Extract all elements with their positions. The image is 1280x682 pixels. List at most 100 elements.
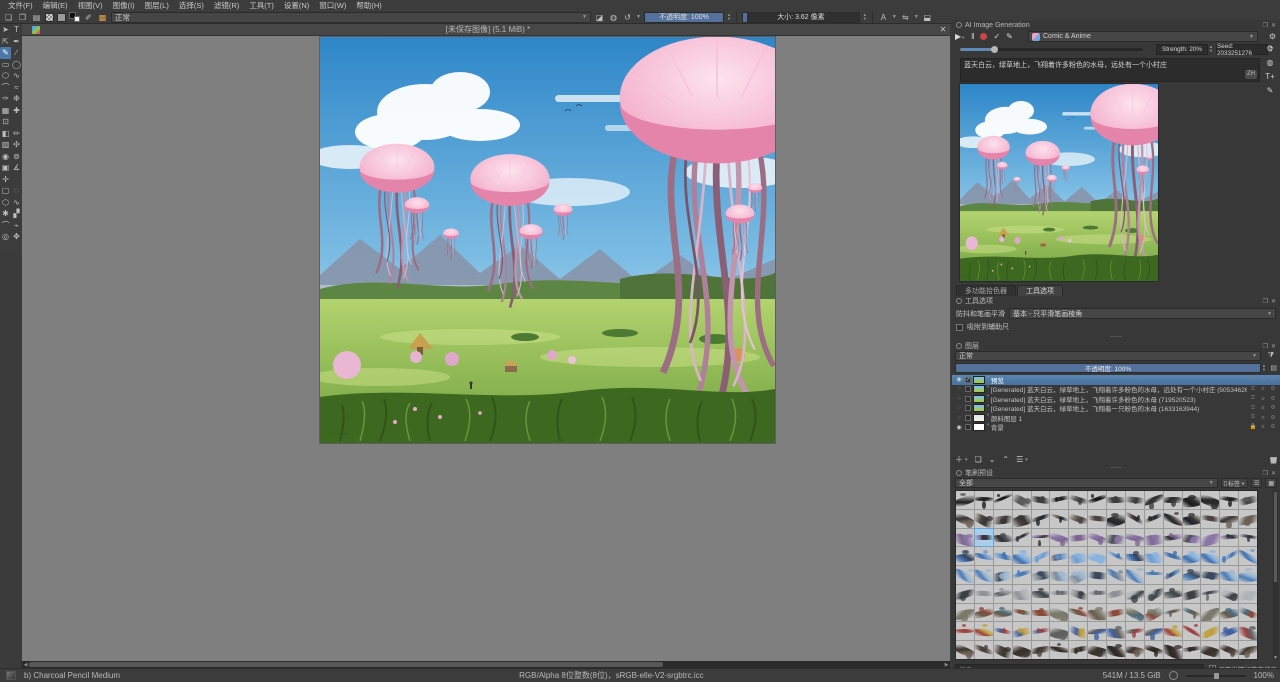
move-layer-up-button[interactable]: ⌃ bbox=[1002, 455, 1009, 464]
brush-preset-thumbnail[interactable] bbox=[1050, 529, 1068, 547]
brush-preset-thumbnail[interactable] bbox=[1201, 641, 1219, 659]
brush-preset-thumbnail[interactable] bbox=[1032, 491, 1050, 509]
tool-rect-select-icon[interactable]: ▢ bbox=[0, 185, 11, 197]
layer-alpha-lock-icon[interactable]: α bbox=[1259, 405, 1267, 411]
brush-preset-thumbnail[interactable] bbox=[1050, 604, 1068, 622]
brush-preset-thumbnail[interactable] bbox=[1239, 622, 1257, 640]
brush-preset-thumbnail[interactable] bbox=[1126, 510, 1144, 528]
tool-bezier-curve-icon[interactable]: ⌒ bbox=[0, 82, 11, 94]
tool-colorize-mask-icon[interactable]: ▣ bbox=[0, 162, 11, 174]
brush-preset-thumbnail[interactable] bbox=[1239, 547, 1257, 565]
brush-preset-thumbnail[interactable] bbox=[994, 604, 1012, 622]
tool-text-icon[interactable]: T bbox=[11, 24, 22, 36]
brush-preset-thumbnail[interactable] bbox=[1050, 566, 1068, 584]
brush-preset-thumbnail[interactable] bbox=[956, 622, 974, 640]
tool-smart-patch-icon[interactable]: ✣ bbox=[11, 139, 22, 151]
brush-preset-thumbnail[interactable] bbox=[1183, 585, 1201, 603]
brush-preset-thumbnail[interactable] bbox=[1107, 585, 1125, 603]
brush-preset-thumbnail[interactable] bbox=[1183, 529, 1201, 547]
brush-preset-thumbnail[interactable] bbox=[1107, 510, 1125, 528]
tab-advanced-color-selector[interactable]: 多功能拾色器 bbox=[956, 285, 1016, 296]
scroll-left-icon[interactable]: ◀ bbox=[22, 661, 29, 668]
scrollbar-thumb[interactable] bbox=[29, 662, 663, 667]
brush-preset-thumbnail[interactable] bbox=[1013, 585, 1031, 603]
brush-preset-thumbnail[interactable] bbox=[1201, 510, 1219, 528]
brush-preset-thumbnail[interactable] bbox=[1164, 547, 1182, 565]
brush-preset-thumbnail[interactable] bbox=[1201, 566, 1219, 584]
brush-preset-thumbnail[interactable] bbox=[1220, 604, 1238, 622]
brush-preset-thumbnail[interactable] bbox=[975, 510, 993, 528]
chevron-down-icon[interactable]: ▼ bbox=[892, 14, 897, 20]
opacity-spinbox[interactable]: 不透明度: 100% bbox=[644, 12, 724, 23]
brush-preset-thumbnail[interactable] bbox=[1183, 622, 1201, 640]
brush-preset-thumbnail[interactable] bbox=[1032, 510, 1050, 528]
brush-preset-thumbnail[interactable] bbox=[1164, 510, 1182, 528]
close-docker-icon[interactable]: ✕ bbox=[1271, 343, 1276, 350]
brush-preset-thumbnail[interactable] bbox=[1164, 529, 1182, 547]
size-spin-arrows[interactable]: ▲▼ bbox=[863, 13, 867, 21]
tool-similar-color-select-icon[interactable]: ✱ bbox=[0, 208, 11, 220]
close-docker-icon[interactable]: ✕ bbox=[1271, 470, 1276, 477]
layer-style-icon[interactable]: ⚙ bbox=[1269, 415, 1277, 421]
float-docker-icon[interactable]: ❐ bbox=[1263, 343, 1268, 350]
brush-preset-thumbnail[interactable] bbox=[994, 585, 1012, 603]
gradient-chooser[interactable] bbox=[45, 13, 54, 22]
tool-pan-icon[interactable]: ✥ bbox=[11, 231, 22, 243]
brush-preset-thumbnail[interactable] bbox=[1183, 547, 1201, 565]
brush-preset-thumbnail[interactable] bbox=[1220, 547, 1238, 565]
layer-checkbox[interactable] bbox=[965, 415, 971, 421]
brush-preset-thumbnail[interactable] bbox=[1201, 604, 1219, 622]
brush-preset-thumbnail[interactable] bbox=[1126, 529, 1144, 547]
brush-preset-thumbnail[interactable] bbox=[1069, 529, 1087, 547]
layer-style-icon[interactable]: ⚙ bbox=[1269, 396, 1277, 402]
layer-row[interactable]: ◉✓º预览⚿α⚙ bbox=[952, 375, 1280, 385]
generate-button[interactable]: ▶▼ bbox=[955, 32, 965, 41]
layer-properties-button[interactable]: ☰ bbox=[1016, 455, 1023, 464]
apply-brush-button[interactable]: ✎ bbox=[1006, 32, 1013, 41]
menu-工具[interactable]: 工具(T) bbox=[244, 0, 279, 11]
add-layer-button[interactable]: ＋ bbox=[955, 454, 963, 465]
layer-checkbox[interactable]: ✓ bbox=[965, 377, 971, 383]
layer-lock-icon[interactable]: ⚿ bbox=[1249, 376, 1257, 383]
wrap-around-mode-icon[interactable]: ⬓ bbox=[922, 12, 933, 22]
brush-preset-thumbnail[interactable] bbox=[1013, 604, 1031, 622]
brush-preset-thumbnail[interactable] bbox=[1107, 529, 1125, 547]
brush-preset-thumbnail[interactable] bbox=[1201, 547, 1219, 565]
brush-preset-thumbnail[interactable] bbox=[1145, 641, 1163, 659]
brush-preset-thumbnail[interactable] bbox=[1050, 547, 1068, 565]
mirror-vertical-icon[interactable]: ⇋ bbox=[900, 12, 911, 22]
brush-preset-thumbnail[interactable] bbox=[1126, 604, 1144, 622]
layer-alpha-lock-icon[interactable]: α bbox=[1259, 396, 1267, 402]
generated-preview-image[interactable] bbox=[960, 84, 1158, 281]
float-docker-icon[interactable]: ❐ bbox=[1263, 470, 1268, 477]
pause-button[interactable]: ‖ bbox=[971, 32, 974, 41]
brush-preset-thumbnail[interactable] bbox=[1013, 510, 1031, 528]
tool-fill-icon[interactable]: ◉ bbox=[0, 151, 11, 163]
brush-preset-thumbnail[interactable] bbox=[1164, 491, 1182, 509]
brush-preset-thumbnail[interactable] bbox=[956, 510, 974, 528]
brush-preset-chooser-icon[interactable]: ▩ bbox=[97, 12, 108, 22]
brush-preset-thumbnail[interactable] bbox=[1069, 585, 1087, 603]
tool-color-sampler-icon[interactable]: ✏ bbox=[11, 128, 22, 140]
brush-preset-thumbnail[interactable] bbox=[1032, 585, 1050, 603]
tool-measure-icon[interactable]: ∡ bbox=[11, 162, 22, 174]
brush-preset-thumbnail[interactable] bbox=[1126, 491, 1144, 509]
brush-preset-thumbnail[interactable] bbox=[1032, 622, 1050, 640]
brush-preset-thumbnail[interactable] bbox=[975, 547, 993, 565]
brush-preset-thumbnail[interactable] bbox=[994, 491, 1012, 509]
add-layer-dropdown[interactable]: ▾ bbox=[965, 457, 968, 463]
pattern-chooser[interactable] bbox=[57, 13, 66, 22]
brush-preset-thumbnail[interactable] bbox=[1088, 529, 1106, 547]
brush-preset-thumbnail[interactable] bbox=[1220, 529, 1238, 547]
tool-line-icon[interactable]: ∕ bbox=[11, 47, 22, 59]
strength-spin-arrows[interactable]: ▲▼ bbox=[1209, 45, 1213, 53]
brush-preset-thumbnail[interactable] bbox=[1088, 510, 1106, 528]
brush-preset-thumbnail[interactable] bbox=[1164, 622, 1182, 640]
brush-preset-thumbnail[interactable] bbox=[1126, 566, 1144, 584]
tab-tool-options[interactable]: 工具选项 bbox=[1017, 285, 1063, 296]
brush-preset-thumbnail[interactable] bbox=[956, 641, 974, 659]
brush-preset-thumbnail[interactable] bbox=[994, 529, 1012, 547]
layer-style-icon[interactable]: ⚙ bbox=[1269, 424, 1277, 430]
ai-docker-header[interactable]: AI Image Generation ❐ ✕ bbox=[952, 20, 1280, 30]
brush-preset-thumbnail[interactable] bbox=[1069, 566, 1087, 584]
